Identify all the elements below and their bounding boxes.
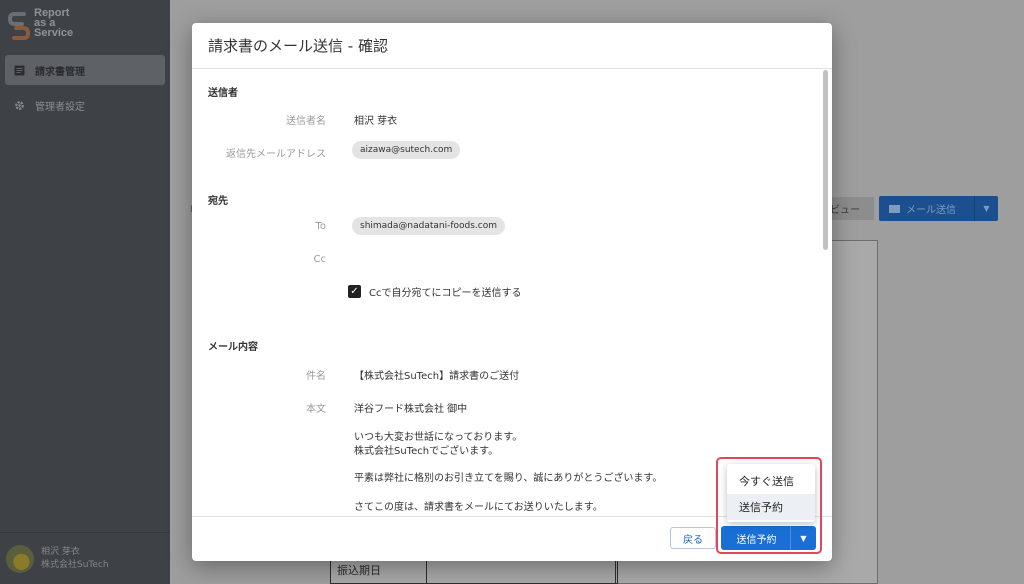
cc-label: Cc bbox=[313, 254, 326, 265]
schedule-send-label: 送信予約 bbox=[736, 534, 777, 546]
send-options-menu: 今すぐ送信 送信予約 bbox=[727, 464, 815, 522]
body-line: 株式会社SuTechでございます。 bbox=[354, 446, 499, 457]
dialog-footer: 戻る 送信予約 ▼ bbox=[192, 516, 832, 561]
preview-button: ビュー bbox=[826, 197, 874, 220]
logo-line-3: Service bbox=[34, 27, 74, 39]
sender-name-label: 送信者名 bbox=[286, 116, 326, 127]
section-sender: 送信者 bbox=[208, 88, 238, 99]
dialog-title: 請求書のメール送信 - 確認 bbox=[192, 23, 832, 69]
sidebar-item-label: 管理者設定 bbox=[35, 101, 85, 113]
sender-name-value: 相沢 芽衣 bbox=[354, 116, 398, 127]
reply-to-label: 返信先メールアドレス bbox=[226, 149, 326, 160]
subject-value: 【株式会社SuTech】請求書のご送付 bbox=[354, 371, 520, 382]
body-line: いつも大変お世話になっております。 bbox=[354, 432, 523, 443]
chevron-down-icon[interactable]: ▼ bbox=[790, 526, 816, 550]
body-label: 本文 bbox=[306, 404, 326, 415]
to-chip: shimada@nadatani-foods.com bbox=[352, 217, 506, 235]
mail-send-label: メール送信 bbox=[906, 205, 956, 216]
section-recipient: 宛先 bbox=[208, 196, 228, 207]
reply-to-chip: aizawa@sutech.com bbox=[352, 141, 461, 159]
sidebar-item-admin-settings[interactable]: 管理者設定 bbox=[5, 90, 165, 120]
gear-icon bbox=[13, 99, 25, 111]
cc-self-label: Ccで自分宛てにコピーを送信する bbox=[369, 288, 522, 299]
body-line: さてこの度は、請求書をメールにてお送りいたします。 bbox=[354, 502, 603, 513]
menu-item-schedule-send[interactable]: 送信予約 bbox=[727, 494, 815, 520]
dialog-scrollbar[interactable] bbox=[823, 70, 828, 250]
document-icon bbox=[13, 64, 25, 76]
mail-send-button: メール送信 ▼ bbox=[879, 196, 998, 221]
sidebar-item-invoices[interactable]: 請求書管理 bbox=[5, 55, 165, 85]
user-company: 株式会社SuTech bbox=[41, 559, 109, 570]
to-label: To bbox=[315, 221, 326, 232]
chevron-down-icon: ▼ bbox=[974, 196, 998, 221]
sidebar-item-label: 請求書管理 bbox=[35, 66, 85, 78]
body-line: 洋谷フード株式会社 御中 bbox=[354, 404, 468, 415]
avatar bbox=[6, 544, 34, 573]
section-content: メール内容 bbox=[208, 342, 258, 353]
body-line: 平素は弊社に格別のお引き立てを賜り、誠にありがとうございます。 bbox=[354, 473, 663, 484]
menu-item-send-now[interactable]: 今すぐ送信 bbox=[727, 468, 815, 494]
app-logo[interactable]: Report as a Service bbox=[7, 8, 74, 41]
sidebar: Report as a Service 請求書管理 管理者設定 相沢 芽衣 株式… bbox=[0, 0, 170, 584]
user-name: 相沢 芽衣 bbox=[41, 546, 80, 557]
back-button[interactable]: 戻る bbox=[670, 527, 716, 549]
cc-self-checkbox-row[interactable]: ✓ Ccで自分宛てにコピーを送信する bbox=[348, 284, 521, 299]
schedule-send-button[interactable]: 送信予約 ▼ bbox=[721, 526, 816, 550]
logo-icon bbox=[7, 11, 31, 41]
mail-icon bbox=[889, 204, 900, 213]
user-profile[interactable]: 相沢 芽衣 株式会社SuTech bbox=[0, 532, 170, 584]
dialog-body[interactable]: 送信者 送信者名 相沢 芽衣 返信先メールアドレス aizawa@sutech.… bbox=[192, 70, 832, 516]
subject-label: 件名 bbox=[306, 371, 326, 382]
cc-self-checkbox[interactable]: ✓ bbox=[348, 285, 361, 298]
